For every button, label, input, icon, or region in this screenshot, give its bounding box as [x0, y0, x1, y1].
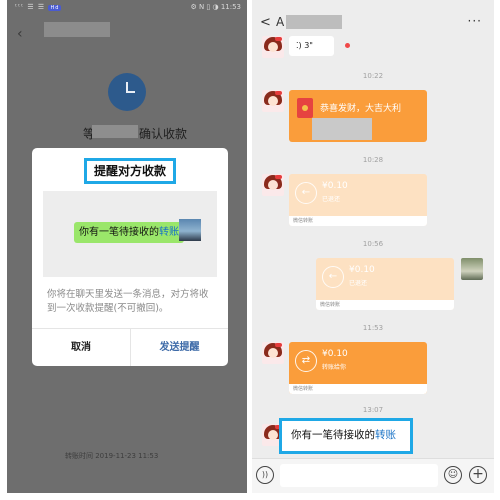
- timestamp: 10:56: [362, 240, 384, 248]
- avatar[interactable]: [262, 174, 284, 196]
- hd-badge: Hd: [48, 5, 62, 11]
- reminder-text: 你有一笔待接收的转账: [291, 429, 396, 441]
- transfer-footer: 微信转账: [289, 216, 427, 226]
- plus-icon[interactable]: +: [469, 466, 487, 484]
- redacted-area: [312, 118, 372, 140]
- reminder-link[interactable]: 转账: [375, 429, 396, 441]
- chevron-left-icon[interactable]: ‹: [17, 26, 23, 42]
- message-input[interactable]: [280, 464, 438, 487]
- right-screen: < A ··· ⁚) 3" 10:22 恭喜发财，大吉大利 10:28 ← ¥0…: [252, 0, 494, 493]
- voice-icon[interactable]: )): [256, 466, 274, 484]
- dialog-description: 你将在聊天里发送一条消息，对方将收到一次收款提醒(不可撤回)。: [47, 289, 209, 314]
- more-icon[interactable]: ···: [468, 14, 482, 28]
- return-arrow-icon: ←: [295, 182, 317, 204]
- status-suffix: 确认收款: [139, 127, 188, 141]
- transfer-icon: ⇄: [295, 350, 317, 372]
- preview-bubble: 你有一笔待接收的转账: [74, 222, 189, 243]
- chat-title-initial: A: [276, 15, 285, 29]
- transfer-amount: ¥0.10: [322, 181, 348, 191]
- redacted-name: [286, 15, 342, 29]
- transfer-footer: 微信转账: [289, 384, 427, 394]
- avatar[interactable]: [262, 36, 284, 58]
- avatar[interactable]: [262, 90, 284, 112]
- dialog-title: 提醒对方收款: [84, 158, 176, 184]
- emoji-icon[interactable]: ☺: [444, 466, 462, 484]
- transfer-status: 等 确认收款: [83, 125, 243, 141]
- transfer-card[interactable]: ⇄ ¥0.10 转账给你 微信转账: [289, 342, 427, 394]
- transfer-time: 转账时间 2019-11-23 11:53: [65, 452, 159, 460]
- redacted-title: [44, 22, 110, 37]
- transfer-amount: ¥0.10: [349, 265, 375, 275]
- avatar: [179, 219, 201, 241]
- send-reminder-button[interactable]: 发送提醒: [131, 329, 228, 366]
- red-packet-icon: [297, 98, 313, 118]
- voice-message[interactable]: ⁚) 3": [289, 36, 334, 56]
- status-left: ᵗᵗᵗ ☰ ☰ Hd: [15, 3, 62, 11]
- avatar[interactable]: [461, 258, 483, 280]
- timestamp: 10:22: [362, 72, 384, 80]
- transfer-amount: ¥0.10: [322, 349, 348, 359]
- transfer-footer: 微信转账: [316, 300, 454, 310]
- transfer-status: 已退还: [349, 280, 368, 287]
- input-bar: )) ☺ +: [252, 458, 494, 493]
- transfer-status: 转账给你: [322, 364, 347, 371]
- status-right: ⚙ N ▯ ◑ 11:53: [190, 3, 241, 11]
- status-bar: ᵗᵗᵗ ☰ ☰ Hd ⚙ N ▯ ◑ 11:53: [7, 0, 247, 14]
- clock-icon: [108, 73, 146, 111]
- timestamp: 13:07: [362, 406, 384, 414]
- message-preview: 你有一笔待接收的转账: [43, 191, 217, 277]
- redacted-name: [92, 125, 138, 138]
- left-screen: ᵗᵗᵗ ☰ ☰ Hd ⚙ N ▯ ◑ 11:53 ‹ 等 确认收款 提醒对方收款…: [7, 0, 247, 493]
- timestamp: 10:28: [362, 156, 384, 164]
- transfer-card[interactable]: ← ¥0.10 已退还 微信转账: [316, 258, 454, 310]
- speaker-icon: ⁚): [296, 41, 302, 50]
- transfer-card[interactable]: ← ¥0.10 已退还 微信转账: [289, 174, 427, 226]
- red-packet-title: 恭喜发财，大吉大利: [320, 104, 402, 114]
- timestamp: 11:53: [362, 324, 384, 332]
- transfer-status: 已退还: [322, 196, 341, 203]
- reminder-dialog: 提醒对方收款 你有一笔待接收的转账 你将在聊天里发送一条消息，对方将收到一次收款…: [32, 148, 228, 366]
- cancel-button[interactable]: 取消: [32, 329, 130, 366]
- preview-link: 转账: [159, 227, 179, 238]
- avatar[interactable]: [262, 342, 284, 364]
- return-arrow-icon: ←: [322, 266, 344, 288]
- chat-header: < A ···: [252, 0, 494, 36]
- back-button[interactable]: <: [260, 15, 271, 30]
- unread-dot: [345, 43, 350, 48]
- reminder-message[interactable]: 你有一笔待接收的转账: [279, 418, 413, 454]
